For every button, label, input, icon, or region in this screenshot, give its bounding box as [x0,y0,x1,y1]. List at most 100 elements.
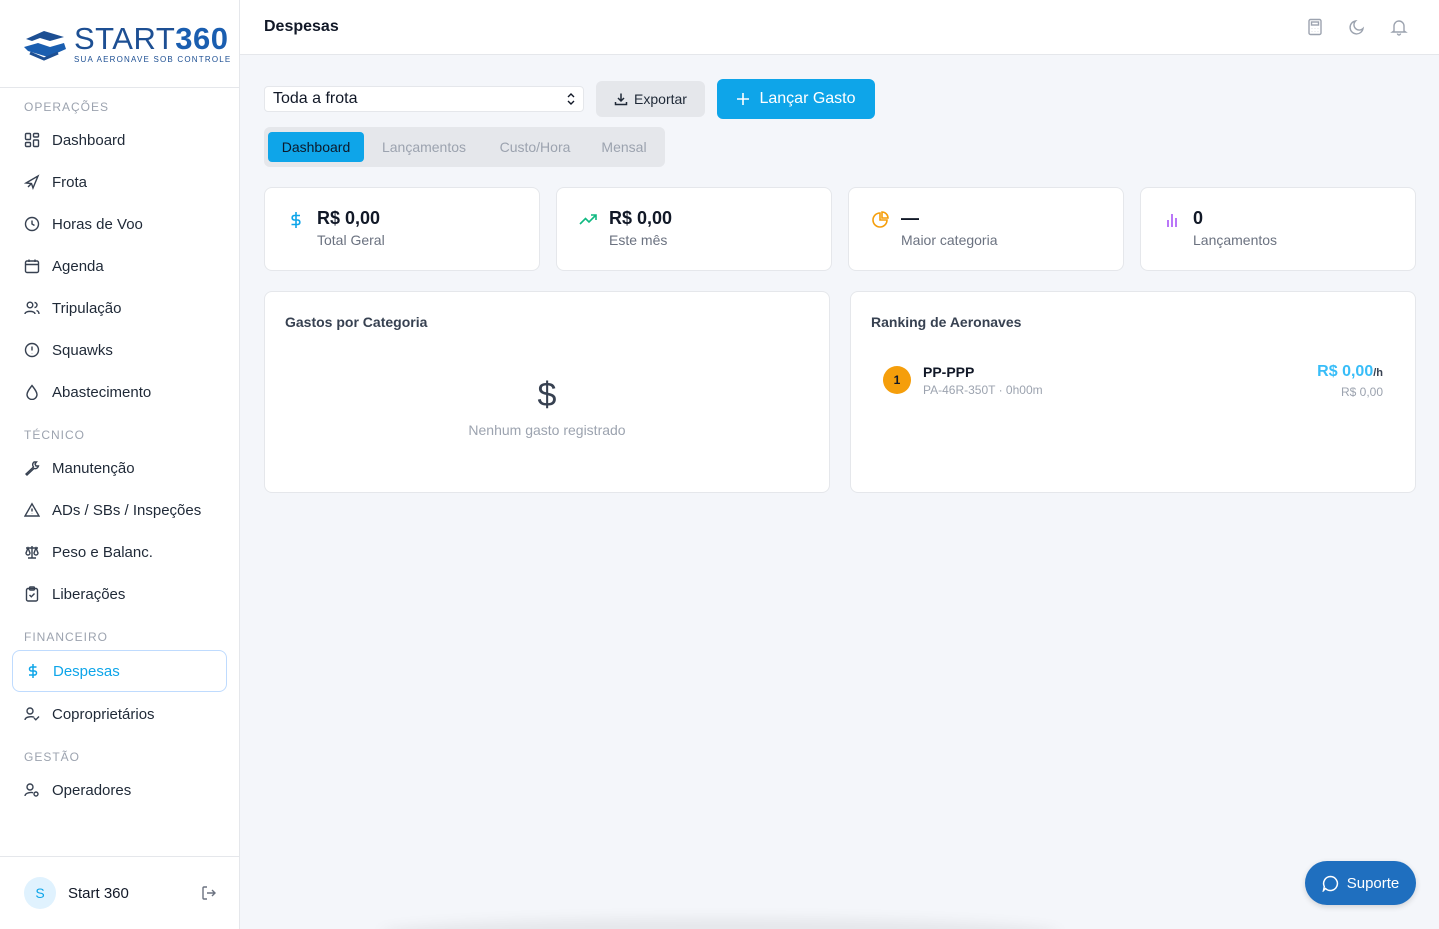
stat-label: Maior categoria [901,232,998,248]
users-icon [24,300,40,316]
warning-triangle-icon [24,502,40,518]
nav-section-operacoes: OPERAÇÕES [24,100,110,114]
aircraft-detail: PA-46R-350T · 0h00m [923,383,1043,397]
export-button[interactable]: Exportar [596,81,705,117]
sidebar-item-label: Abastecimento [52,383,152,401]
stat-card-entries: 0 Lançamentos [1140,187,1416,271]
support-button-label: Suporte [1346,874,1400,892]
nav-section-tecnico: TÉCNICO [24,428,85,442]
sidebar-item-squawks[interactable]: Squawks [12,330,227,370]
calendar-icon [24,258,40,274]
panel-title: Gastos por Categoria [285,314,428,330]
grid-icon [24,132,40,148]
tab-dashboard[interactable]: Dashboard [268,132,364,162]
empty-state-text: Nenhum gasto registrado [468,422,626,438]
cost-per-hour: R$ 0,00/h [1317,363,1383,381]
panel-title: Ranking de Aeronaves [871,314,1022,330]
plane-icon [24,174,40,190]
brand-tagline: SUA AERONAVE SOB CONTROLE [74,54,232,64]
chat-bubble-icon [1322,875,1338,892]
brand-word-a: START [74,20,176,56]
tab-custo-hora[interactable]: Custo/Hora [486,132,584,162]
sidebar-item-agenda[interactable]: Agenda [12,246,227,286]
logo-mark-icon [24,30,66,61]
stat-value: R$ 0,00 [609,208,673,228]
logout-icon[interactable] [201,885,217,901]
sidebar-item-label: Manutenção [52,459,135,477]
add-expense-button-label: Lançar Gasto [759,90,856,107]
page-title: Despesas [264,18,339,35]
brand-logo[interactable]: START 360 SUA AERONAVE SOB CONTROLE [0,0,239,88]
dollar-icon [291,212,301,228]
sidebar-item-label: Frota [52,173,88,191]
bar-chart-icon [1167,214,1177,227]
sidebar-item-label: Liberações [52,585,126,603]
sidebar-item-horas-de-voo[interactable]: Horas de Voo [12,204,227,244]
sidebar-item-tripulacao[interactable]: Tripulação [12,288,227,328]
wrench-icon [24,460,40,476]
sidebar-item-frota[interactable]: Frota [12,162,227,202]
nav-section-gestao: GESTÃO [24,750,81,764]
sidebar-item-peso-balanc[interactable]: Peso e Balanc. [12,532,227,572]
sidebar-item-label: Despesas [53,662,120,680]
stat-card-top-category: — Maior categoria [848,187,1124,271]
user-cog-icon [24,782,40,798]
sidebar-item-operadores[interactable]: Operadores [12,770,227,810]
plus-icon [737,93,750,105]
sidebar-item-coproprietarios[interactable]: Coproprietários [12,694,227,734]
stat-card-total: R$ 0,00 Total Geral [264,187,540,271]
chevron-up-down-icon [567,93,575,105]
fleet-select[interactable]: Toda a frota [264,86,584,112]
sidebar-item-label: Squawks [52,341,113,359]
stat-value: 0 [1193,208,1204,228]
clipboard-check-icon [24,586,40,602]
sidebar-item-label: Horas de Voo [52,215,143,233]
category-panel: Gastos por Categoria $ Nenhum gasto regi… [264,291,830,493]
stat-label: Este mês [609,232,668,248]
cost-per-hour-value: R$ 0,00 [1317,363,1374,380]
sidebar-item-label: Operadores [52,781,132,799]
dollar-icon: $ [537,376,557,414]
export-button-label: Exportar [634,91,687,107]
calculator-icon[interactable] [1306,18,1324,36]
add-expense-button[interactable]: Lançar Gasto [717,79,875,119]
sidebar-item-ads-sbs-inspecoes[interactable]: ADs / SBs / Inspeções [12,490,227,530]
sidebar-item-label: Tripulação [52,299,122,317]
tab-bar: Dashboard Lançamentos Custo/Hora Mensal [264,127,665,167]
clock-icon [24,216,40,232]
sidebar-item-label: Agenda [52,257,104,275]
tab-mensal[interactable]: Mensal [590,132,658,162]
stat-value: — [901,208,919,228]
sidebar-item-abastecimento[interactable]: Abastecimento [12,372,227,412]
stat-label: Total Geral [317,232,385,248]
trending-up-icon [579,214,597,225]
top-header: Despesas [240,0,1439,55]
sidebar-item-manutencao[interactable]: Manutenção [12,448,227,488]
aircraft-registration: PP-PPP [923,364,975,380]
sidebar-item-label: Coproprietários [52,705,155,723]
scale-icon [24,544,40,560]
user-profile: S Start 360 [0,856,239,929]
sidebar-item-dashboard[interactable]: Dashboard [12,120,227,160]
sidebar-item-label: Dashboard [52,131,126,149]
user-check-icon [24,706,40,722]
download-icon [614,93,628,106]
sidebar: START 360 SUA AERONAVE SOB CONTROLE OPERA… [0,0,240,929]
sidebar-item-label: Peso e Balanc. [52,543,153,561]
cost-per-hour-unit: /h [1373,367,1383,379]
alert-circle-icon [24,342,40,358]
nav-section-financeiro: FINANCEIRO [24,630,109,644]
pie-chart-icon [872,211,889,228]
sidebar-item-liberacoes[interactable]: Liberações [12,574,227,614]
sidebar-item-despesas[interactable]: Despesas [12,650,227,692]
support-button[interactable]: Suporte [1305,861,1416,905]
tab-lancamentos[interactable]: Lançamentos [370,132,478,162]
bell-icon[interactable] [1390,18,1408,36]
stat-label: Lançamentos [1193,232,1278,248]
user-name: Start 360 [68,884,129,902]
dollar-icon [25,663,41,679]
moon-icon[interactable] [1348,18,1366,36]
rank-badge: 1 [883,366,911,394]
avatar[interactable]: S [24,877,56,909]
stat-card-month: R$ 0,00 Este mês [556,187,832,271]
